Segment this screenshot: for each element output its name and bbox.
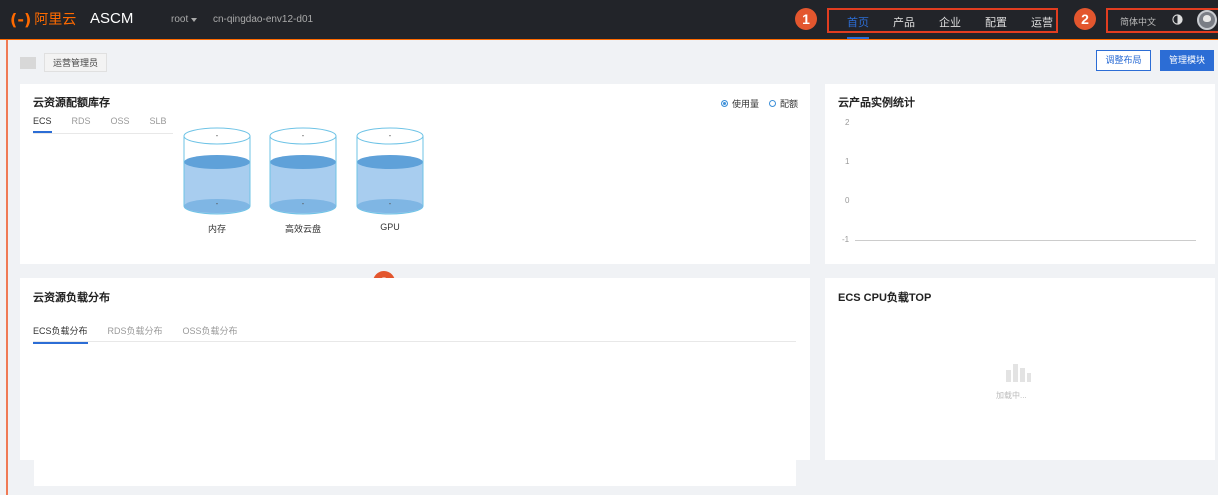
tab-divider: [33, 133, 173, 134]
load-distribution-card: [20, 278, 810, 460]
role-icon: [20, 56, 36, 69]
nav-config[interactable]: 配置: [985, 14, 1007, 30]
loading-text: 加载中...: [996, 391, 1027, 400]
y-tick-0: 0: [845, 196, 850, 205]
memory-label: 内存: [207, 224, 226, 234]
adjust-layout-button[interactable]: 调整布局: [1096, 50, 1151, 71]
quota-card-title: 云资源配额库存: [33, 97, 110, 109]
tab-oss[interactable]: OSS: [111, 116, 130, 133]
usage-legend-icon: [721, 100, 728, 107]
ssd-quota-value: -: [301, 131, 305, 140]
top-bar: (-) 阿里云 ASCM root cn-qingdao-env12-d01 首…: [0, 0, 1218, 40]
logo-text: 阿里云: [34, 11, 77, 27]
manage-modules-button[interactable]: 管理模块: [1160, 50, 1214, 71]
quota-legend: 使用量 配额: [721, 97, 798, 110]
quota-tabs: ECS RDS OSS SLB: [33, 116, 187, 133]
memory-usage-value: -: [215, 199, 219, 208]
main-nav: 首页 产品 企业 配置 运营: [847, 14, 1077, 39]
role-chip[interactable]: 运营管理员: [20, 53, 108, 72]
user-name: root: [171, 14, 189, 25]
gpu-usage-value: -: [388, 199, 392, 208]
memory-quota-value: -: [215, 131, 219, 140]
tab-ecs[interactable]: ECS: [33, 116, 52, 133]
annotation-badge-2: 2: [1074, 8, 1096, 30]
nav-enterprise[interactable]: 企业: [939, 14, 961, 30]
gpu-quota-value: -: [388, 131, 392, 140]
usage-legend-label: 使用量: [732, 99, 760, 109]
avatar[interactable]: [1197, 10, 1217, 30]
language-switcher[interactable]: 简体中文: [1120, 15, 1156, 28]
gpu-label: GPU: [380, 222, 400, 232]
role-label: 运营管理员: [44, 53, 108, 72]
quota-legend-label: 配额: [780, 99, 799, 109]
quota-legend-icon: [769, 100, 777, 107]
app-name: ASCM: [90, 10, 134, 27]
load-tab-divider: [33, 341, 796, 342]
annotation-badge-1: 1: [795, 8, 817, 30]
tab-rds[interactable]: RDS: [72, 116, 91, 133]
user-dropdown[interactable]: root: [171, 14, 198, 25]
ssd-label: 高效云盘: [284, 224, 321, 234]
logo-mark: (-): [10, 9, 32, 29]
theme-toggle-icon[interactable]: [1172, 14, 1183, 25]
tab-slb[interactable]: SLB: [150, 116, 167, 133]
nav-home[interactable]: 首页: [847, 14, 869, 39]
aliyun-logo[interactable]: (-) 阿里云: [10, 9, 76, 29]
chevron-down-icon: [191, 17, 198, 22]
region-label[interactable]: cn-qingdao-env12-d01: [213, 14, 313, 25]
y-tick-1: 1: [845, 157, 850, 166]
x-axis-line: [855, 240, 1196, 241]
instance-stats-card: [825, 84, 1215, 264]
left-accent-line: [6, 40, 8, 495]
load-card-footer: [34, 460, 796, 486]
nav-operations[interactable]: 运营: [1031, 14, 1053, 30]
loading-bars-icon: [1006, 364, 1031, 382]
y-tick-neg1: -1: [842, 235, 850, 244]
y-tick-2: 2: [845, 118, 850, 127]
load-card-title: 云资源负载分布: [33, 292, 110, 304]
ssd-usage-value: -: [301, 199, 305, 208]
instance-stats-title: 云产品实例统计: [838, 97, 915, 109]
ecs-cpu-top-title: ECS CPU负载TOP: [838, 292, 932, 304]
nav-products[interactable]: 产品: [893, 14, 915, 30]
